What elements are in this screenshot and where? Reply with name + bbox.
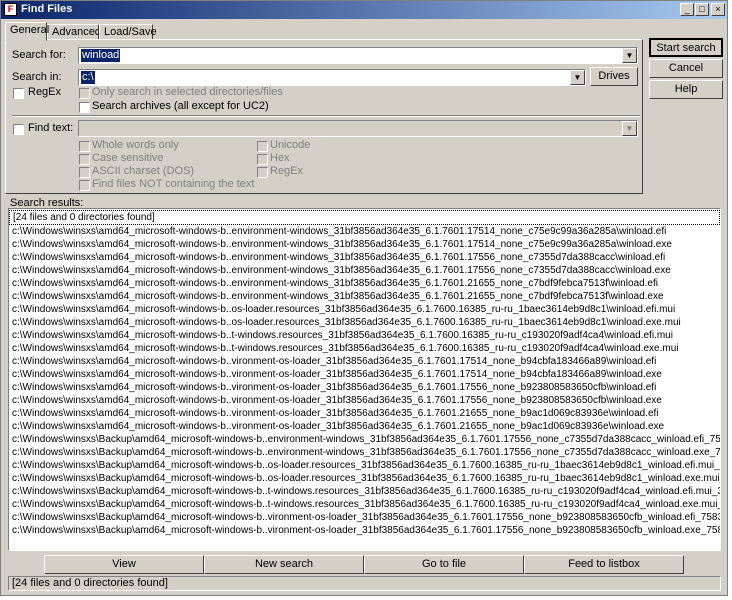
tab-advanced[interactable]: Advanced <box>47 24 101 40</box>
search-for-value: winload <box>81 49 121 62</box>
search-archives-label: Search archives (all except for UC2) <box>92 100 269 112</box>
ascii-charset-label: ASCII charset (DOS) <box>92 165 195 177</box>
results-summary-row[interactable]: [24 files and 0 directories found] <box>9 210 720 225</box>
search-in-value: c:\ <box>81 71 95 84</box>
separator <box>12 115 640 117</box>
result-row[interactable]: c:\Windows\winsxs\amd64_microsoft-window… <box>9 407 720 420</box>
result-row[interactable]: c:\Windows\winsxs\amd64_microsoft-window… <box>9 394 720 407</box>
result-row[interactable]: c:\Windows\winsxs\amd64_microsoft-window… <box>9 368 720 381</box>
case-sensitive-label: Case sensitive <box>92 152 164 164</box>
result-row[interactable]: c:\Windows\winsxs\amd64_microsoft-window… <box>9 381 720 394</box>
find-text-input[interactable]: ▼ <box>78 120 638 137</box>
feed-to-listbox-button[interactable]: Feed to listbox <box>524 555 684 574</box>
chevron-down-icon[interactable]: ▼ <box>570 70 585 85</box>
search-for-label: Search for: <box>12 49 66 61</box>
result-row[interactable]: c:\Windows\winsxs\amd64_microsoft-window… <box>9 264 720 277</box>
result-row[interactable]: c:\Windows\winsxs\amd64_microsoft-window… <box>9 277 720 290</box>
result-row[interactable]: c:\Windows\winsxs\amd64_microsoft-window… <box>9 251 720 264</box>
maximize-button[interactable]: □ <box>695 3 709 16</box>
whole-words-checkbox[interactable] <box>79 141 90 152</box>
result-row[interactable]: c:\Windows\winsxs\amd64_microsoft-window… <box>9 225 720 238</box>
regex2-label: RegEx <box>270 165 304 177</box>
result-row[interactable]: c:\Windows\winsxs\amd64_microsoft-window… <box>9 420 720 433</box>
result-row[interactable]: c:\Windows\winsxs\amd64_microsoft-window… <box>9 342 720 355</box>
regex-label: RegEx <box>28 86 62 98</box>
regex2-checkbox[interactable] <box>257 167 268 178</box>
window-title: Find Files <box>21 3 73 15</box>
result-row[interactable]: c:\Windows\winsxs\Backup\amd64_microsoft… <box>9 446 720 459</box>
result-row[interactable]: c:\Windows\winsxs\Backup\amd64_microsoft… <box>9 485 720 498</box>
result-row[interactable]: c:\Windows\winsxs\Backup\amd64_microsoft… <box>9 511 720 524</box>
cancel-button[interactable]: Cancel <box>649 59 723 78</box>
result-row[interactable]: c:\Windows\winsxs\Backup\amd64_microsoft… <box>9 459 720 472</box>
hex-checkbox[interactable] <box>257 154 268 165</box>
unicode-label: Unicode <box>270 139 311 151</box>
find-not-containing-checkbox[interactable] <box>79 180 90 191</box>
case-sensitive-checkbox[interactable] <box>79 154 90 165</box>
new-search-button[interactable]: New search <box>204 555 364 574</box>
app-icon[interactable]: F <box>4 3 17 16</box>
search-results-list[interactable]: [24 files and 0 directories found] c:\Win… <box>8 208 721 551</box>
search-for-input[interactable]: winload ▼ <box>78 47 638 64</box>
start-search-button[interactable]: Start search <box>649 38 723 57</box>
chevron-down-icon[interactable]: ▼ <box>622 121 637 136</box>
find-text-label: Find text: <box>28 122 74 134</box>
whole-words-label: Whole words only <box>92 139 179 151</box>
title-bar[interactable]: F Find Files _ □ × <box>1 1 727 19</box>
close-button[interactable]: × <box>711 3 725 16</box>
search-archives-checkbox[interactable] <box>79 102 90 113</box>
find-not-containing-label: Find files NOT containing the text <box>92 178 255 190</box>
only-search-selected-checkbox[interactable] <box>79 88 90 99</box>
only-search-selected-label: Only search in selected directories/file… <box>92 86 283 98</box>
find-text-checkbox[interactable] <box>13 124 24 135</box>
hex-label: Hex <box>270 152 290 164</box>
view-button[interactable]: View <box>44 555 204 574</box>
go-to-file-button[interactable]: Go to file <box>364 555 524 574</box>
general-panel: Search for: winload ▼ Search in: c:\ ▼ D… <box>5 39 643 194</box>
tab-general[interactable]: General <box>5 22 49 41</box>
chevron-down-icon[interactable]: ▼ <box>622 48 637 63</box>
result-row[interactable]: c:\Windows\winsxs\amd64_microsoft-window… <box>9 316 720 329</box>
result-row[interactable]: c:\Windows\winsxs\amd64_microsoft-window… <box>9 355 720 368</box>
status-bar: [24 files and 0 directories found] <box>8 576 721 591</box>
result-row[interactable]: c:\Windows\winsxs\Backup\amd64_microsoft… <box>9 472 720 485</box>
search-in-label: Search in: <box>12 71 62 83</box>
result-row[interactable]: c:\Windows\winsxs\amd64_microsoft-window… <box>9 329 720 342</box>
ascii-charset-checkbox[interactable] <box>79 167 90 178</box>
result-row[interactable]: c:\Windows\winsxs\amd64_microsoft-window… <box>9 290 720 303</box>
regex-checkbox[interactable] <box>13 88 24 99</box>
search-in-input[interactable]: c:\ ▼ <box>78 69 586 86</box>
help-button[interactable]: Help <box>649 80 723 99</box>
result-row[interactable]: c:\Windows\winsxs\Backup\amd64_microsoft… <box>9 498 720 511</box>
result-row[interactable]: c:\Windows\winsxs\amd64_microsoft-window… <box>9 238 720 251</box>
unicode-checkbox[interactable] <box>257 141 268 152</box>
result-row[interactable]: c:\Windows\winsxs\Backup\amd64_microsoft… <box>9 433 720 446</box>
result-row[interactable]: c:\Windows\winsxs\Backup\amd64_microsoft… <box>9 524 720 537</box>
tab-load-save[interactable]: Load/Save <box>99 24 157 40</box>
result-row[interactable]: c:\Windows\winsxs\amd64_microsoft-window… <box>9 303 720 316</box>
minimize-button[interactable]: _ <box>680 3 694 16</box>
drives-button[interactable]: Drives <box>590 67 638 86</box>
find-files-window: F Find Files _ □ × General Advanced Load… <box>0 0 728 596</box>
